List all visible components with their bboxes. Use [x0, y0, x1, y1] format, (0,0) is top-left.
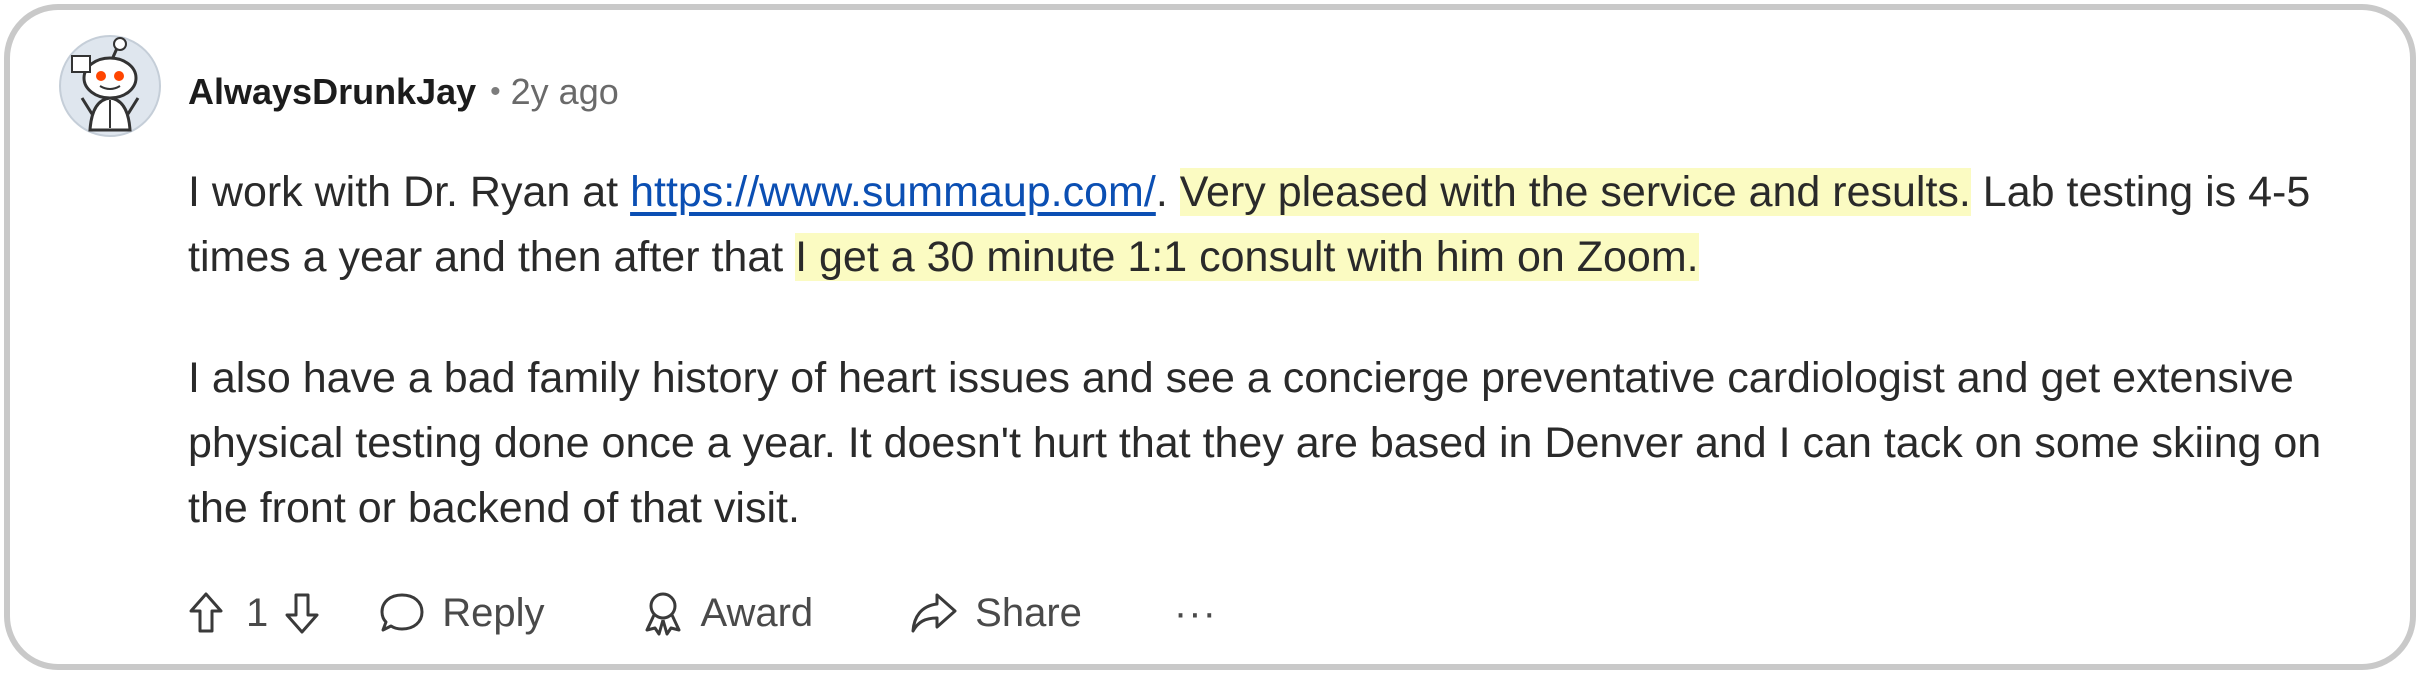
more-options-icon: ··· [1173, 590, 1217, 635]
reddit-snoo-avatar-icon [59, 35, 161, 137]
vote-count: 1 [246, 590, 269, 635]
comment-body: I work with Dr. Ryan at https://www.summ… [188, 160, 2368, 541]
paragraph-2: I also have a bad family history of hear… [188, 354, 2322, 532]
reply-button[interactable]: Reply [378, 590, 545, 636]
text-segment: . [1155, 168, 1180, 216]
avatar[interactable] [58, 34, 162, 138]
award-medal-icon [645, 592, 681, 636]
reply-bubble-icon [380, 593, 424, 632]
paragraph-1: I work with Dr. Ryan at https://www.summ… [188, 160, 2368, 290]
text-segment: I work with Dr. Ryan at [188, 168, 631, 216]
author-name[interactable]: AlwaysDrunkJay [188, 68, 476, 116]
highlighted-text: Very pleased with the service and result… [1179, 168, 1971, 216]
highlighted-text: I get a 30 minute 1:1 consult with him o… [795, 233, 1699, 281]
upvote-button[interactable] [188, 591, 224, 635]
more-options-button[interactable]: ··· [1174, 591, 1217, 636]
action-bar: 1 Reply Award Share ··· [188, 578, 1217, 648]
summaup-link[interactable]: https://www.summaup.com/ [630, 168, 1156, 216]
award-button[interactable]: Award [641, 590, 814, 636]
comment-header: AlwaysDrunkJay • 2y ago [188, 68, 619, 116]
share-button[interactable]: Share [909, 591, 1082, 636]
downvote-button[interactable] [284, 591, 320, 635]
award-label: Award [700, 590, 814, 635]
share-label: Share [975, 590, 1082, 635]
comment-age[interactable]: 2y ago [511, 68, 619, 116]
reply-label: Reply [442, 590, 545, 635]
vote-group: 1 [188, 591, 320, 636]
upvote-arrow-icon [189, 592, 223, 633]
downvote-arrow-icon [285, 593, 319, 634]
meta-separator: • [490, 75, 501, 108]
share-arrow-icon [911, 593, 957, 633]
comment-card: AlwaysDrunkJay • 2y ago I work with Dr. … [4, 4, 2416, 670]
